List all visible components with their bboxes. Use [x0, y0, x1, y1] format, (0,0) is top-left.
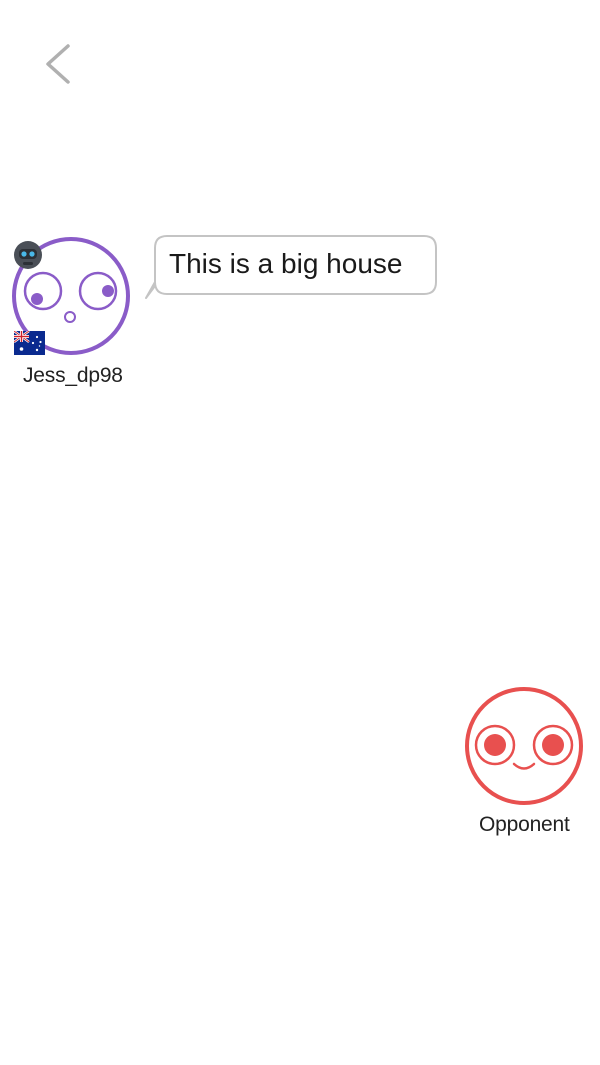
- opponent-name: Opponent: [479, 813, 570, 836]
- opponent-avatar[interactable]: [462, 686, 586, 810]
- chevron-left-icon: [46, 44, 70, 84]
- chat-bubble: This is a big house: [145, 234, 440, 300]
- robot-icon: [13, 240, 43, 270]
- chat-message: This is a big house: [169, 248, 403, 279]
- player-name: Jess_dp98: [23, 364, 123, 387]
- back-button[interactable]: [36, 38, 80, 90]
- australia-flag-icon: [13, 330, 45, 355]
